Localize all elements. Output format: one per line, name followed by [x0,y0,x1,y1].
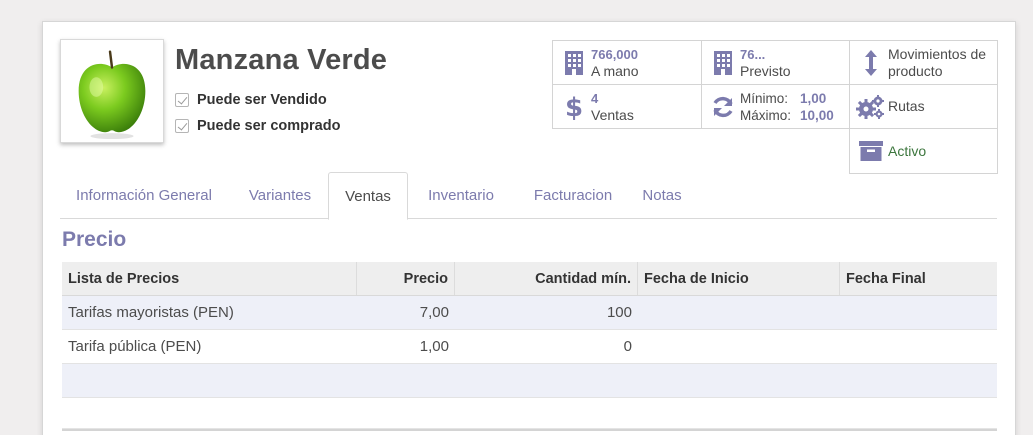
sales-label: Ventas [591,106,634,123]
stock-moves-button[interactable]: Movimientos de producto [849,40,998,85]
routes-button[interactable]: Rutas [849,84,998,129]
min-qty-cell: 0 [623,338,632,355]
can-be-purchased-label: Puede ser comprado [197,118,341,134]
forecast-button[interactable]: 76... Previsto [701,40,850,85]
pricelist-table: Lista de Precios Precio Cantidad mín. Fe… [62,262,997,398]
column-header-end-date[interactable]: Fecha Final [840,262,997,295]
tab-general-information[interactable]: Información General [60,172,228,219]
column-header-min-qty[interactable]: Cantidad mín. [455,262,638,295]
updown-arrow-icon [854,49,888,77]
forecast-value: 76... [740,46,766,62]
can-be-sold-checkbox-row[interactable]: Puede ser Vendido [175,92,327,108]
can-be-purchased-checkbox[interactable] [175,119,189,133]
active-label: Activo [888,142,927,159]
product-form-sheet: Manzana Verde Puede ser Vendido Puede se… [42,21,1016,435]
notebook-tabs: Información General Variantes Ventas Inv… [60,172,997,220]
routes-label: Rutas [888,98,925,114]
min-value: 1,00 [800,90,827,106]
archive-icon [854,140,888,162]
product-title[interactable]: Manzana Verde [175,44,387,77]
end-date-cell [840,296,997,329]
sales-value: 4 [591,90,599,106]
on-hand-value: 766,000 [591,46,638,62]
table-row[interactable]: Tarifas mayoristas (PEN) 7,00 100 [62,296,997,330]
section-title-price: Precio [62,228,127,251]
tab-inventory[interactable]: Inventario [410,172,512,219]
gears-icon [854,94,888,120]
product-image[interactable] [60,39,164,143]
table-header: Lista de Precios Precio Cantidad mín. Fe… [62,262,997,296]
max-value: 10,00 [800,107,834,123]
svg-text:$: $ [565,93,583,121]
dollar-icon: $ [557,93,591,121]
sales-button[interactable]: $ 4 Ventas [552,84,702,129]
forecast-label: Previsto [740,62,791,79]
table-footer-divider [62,428,997,431]
end-date-cell [840,330,997,363]
empty-table-row [62,364,997,398]
tab-variants[interactable]: Variantes [230,172,330,219]
reordering-rules-button[interactable]: Mínimo: 1,00 Máximo: 10,00 [701,84,850,129]
apple-image [78,50,146,140]
table-row[interactable]: Tarifa pública (PEN) 1,00 0 [62,330,997,364]
tab-invoicing[interactable]: Facturacion [514,172,632,219]
min-qty-cell: 100 [606,304,632,321]
min-label: Mínimo: [740,90,789,106]
active-toggle-button[interactable]: Activo [849,128,998,174]
refresh-icon [706,95,740,119]
price-cell: 7,00 [419,304,449,321]
start-date-cell [638,296,840,329]
column-header-pricelist[interactable]: Lista de Precios [62,262,357,295]
can-be-sold-label: Puede ser Vendido [197,92,327,108]
pricelist-cell: Tarifas mayoristas (PEN) [68,304,234,321]
can-be-sold-checkbox[interactable] [175,93,189,107]
column-header-start-date[interactable]: Fecha de Inicio [638,262,840,295]
start-date-cell [638,330,840,363]
can-be-purchased-checkbox-row[interactable]: Puede ser comprado [175,118,340,134]
price-cell: 1,00 [419,338,449,355]
building-icon [557,50,591,76]
tab-sales[interactable]: Ventas [328,172,408,220]
stock-moves-label: Movimientos de producto [888,45,987,79]
on-hand-label: A mano [591,62,639,79]
max-label: Máximo: [740,107,792,123]
tab-notes[interactable]: Notas [634,172,690,219]
column-header-price[interactable]: Precio [357,262,455,295]
on-hand-button[interactable]: 766,000 A mano [552,40,702,85]
building-icon [706,50,740,76]
pricelist-cell: Tarifa pública (PEN) [68,338,202,355]
